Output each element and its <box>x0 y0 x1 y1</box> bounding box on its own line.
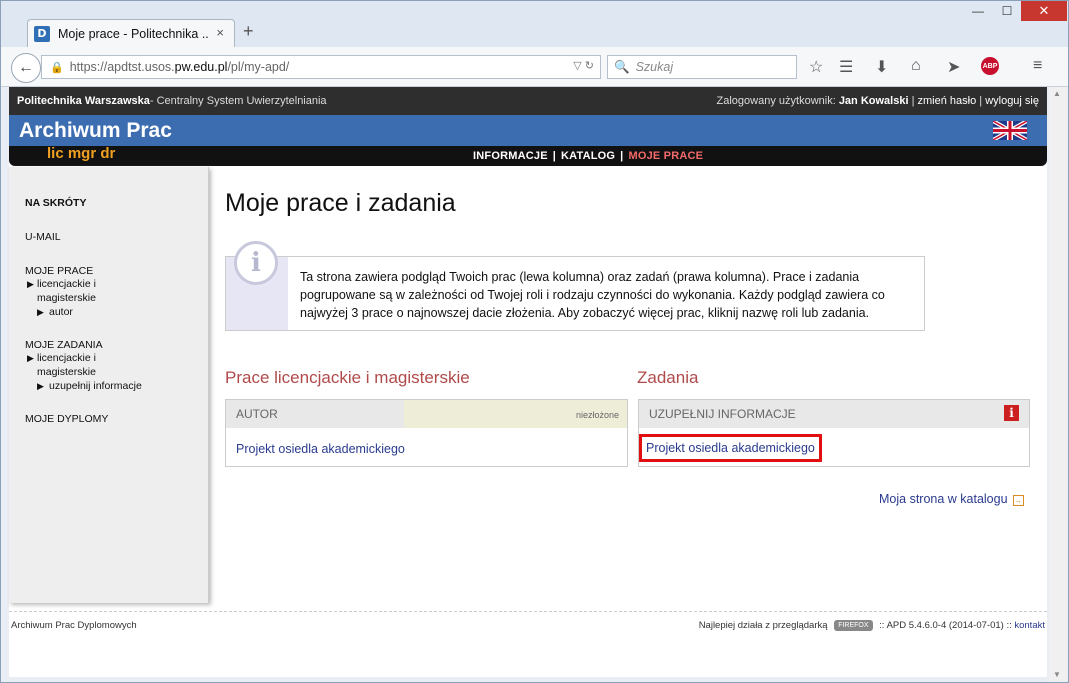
web-page: Politechnika Warszawska - Centralny Syst… <box>9 87 1047 677</box>
minimize-button[interactable]: — <box>963 1 993 21</box>
close-tab-icon[interactable]: × <box>216 25 224 40</box>
favicon-icon: D <box>34 25 50 42</box>
triangle-icon: ▶ <box>27 279 34 289</box>
lock-icon: 🔒 <box>50 61 64 74</box>
sidebar-my-diplomas[interactable]: MOJE DYPLOMY <box>25 413 208 425</box>
footer-app-name: Archiwum Prac Dyplomowych <box>11 620 137 631</box>
top-strip: Politechnika Warszawska - Centralny Syst… <box>9 87 1047 115</box>
task-uzupelnij-link[interactable]: UZUPEŁNIJ INFORMACJE <box>639 400 796 428</box>
task-work-link[interactable]: Projekt osiedla akademickiego <box>646 441 815 455</box>
triangle-icon: ▶ <box>27 353 34 363</box>
left-column-title: Prace licencjackie i magisterskie <box>225 368 470 387</box>
app-title: Archiwum Prac <box>19 119 172 142</box>
url-bar[interactable]: 🔒 https://apdtst.usos. pw.edu.pl/pl/my-ap… <box>41 55 601 79</box>
new-tab-button[interactable]: + <box>243 21 254 42</box>
triangle-icon: ▶ <box>37 381 44 391</box>
footer: Archiwum Prac Dyplomowych Najlepiej dzia… <box>9 611 1047 631</box>
org-name: Politechnika Warszawska <box>17 95 150 107</box>
sidebar-group-tasks: MOJE ZADANIA ▶ licencjackie i magisterski… <box>25 339 208 393</box>
url-host: pw.edu.pl <box>174 60 228 74</box>
english-flag-icon[interactable] <box>993 121 1027 140</box>
tab-title: Moje prace - Politechnika ... <box>58 26 208 41</box>
info-icon-panel: i <box>226 241 288 330</box>
scroll-down-icon[interactable]: ▼ <box>1053 670 1061 679</box>
browser-window: D Moje prace - Politechnika ... × + — ☐ … <box>0 0 1069 683</box>
sidebar-item-licencjackie[interactable]: ▶ licencjackie i <box>25 277 208 291</box>
works-box: AUTOR niezłożone Projekt osiedla akademi… <box>225 399 628 467</box>
work-link[interactable]: Projekt osiedla akademickiego <box>236 442 405 456</box>
sidebar-item-autor[interactable]: ▶ autor <box>25 305 208 319</box>
main-content: Moje prace i zadania i Ta strona zawiera… <box>225 167 1030 506</box>
menu-item-informacje[interactable]: INFORMACJE <box>473 150 548 162</box>
back-arrow-icon: ← <box>18 59 34 76</box>
app-subtitle: lic mgr dr <box>47 145 116 162</box>
page-title: Moje prace i zadania <box>225 189 456 217</box>
change-password-link[interactable]: zmień hasło <box>918 95 977 107</box>
right-column-title: Zadania <box>637 368 699 387</box>
info-badge-icon[interactable]: i <box>1004 405 1019 421</box>
search-placeholder: Szukaj <box>635 60 674 74</box>
triangle-icon: ▶ <box>37 307 44 317</box>
sidebar-my-tasks[interactable]: MOJE ZADANIA <box>25 339 208 351</box>
sidebar-item-uzupelnij[interactable]: ▶ uzupełnij informacje <box>25 379 208 393</box>
reload-icon[interactable]: ▽ ↻ <box>573 59 594 72</box>
info-text: Ta strona zawiera podgląd Twoich prac (l… <box>300 270 885 320</box>
sidebar-item-magisterskie[interactable]: magisterskie <box>25 291 208 305</box>
external-arrow-icon: → <box>1012 495 1024 506</box>
home-icon[interactable]: ⌂ <box>911 57 921 75</box>
download-icon[interactable]: ⬇ <box>875 57 888 77</box>
reading-list-icon[interactable]: ☰ <box>839 57 853 77</box>
sidebar-umail[interactable]: U-MAIL <box>25 231 208 243</box>
sidebar-group-diplomas: MOJE DYPLOMY <box>25 413 208 425</box>
send-icon[interactable]: ➤ <box>947 57 960 77</box>
scrollbar[interactable]: ▲ ▼ <box>1049 87 1067 681</box>
close-window-button[interactable]: ✕ <box>1021 1 1067 21</box>
status-badge: niezłożone <box>404 400 627 428</box>
works-box-header: AUTOR niezłożone <box>226 400 627 428</box>
sidebar-item-magisterskie[interactable]: magisterskie <box>25 365 208 379</box>
scroll-up-icon[interactable]: ▲ <box>1053 89 1061 98</box>
sidebar-group-works: MOJE PRACE ▶ licencjackie i magisterskie … <box>25 265 208 319</box>
tasks-box-header: UZUPEŁNIJ INFORMACJE i <box>639 400 1029 428</box>
info-box: i Ta strona zawiera podgląd Twoich prac … <box>225 241 925 331</box>
back-button[interactable]: ← <box>11 53 41 83</box>
url-prefix: https://apdtst.usos. <box>69 60 175 74</box>
search-icon: 🔍 <box>614 59 630 74</box>
work-row: Projekt osiedla akademickiego <box>226 428 627 470</box>
sidebar-item-licencjackie[interactable]: ▶ licencjackie i <box>25 351 208 365</box>
app-banner: Archiwum Prac <box>9 115 1047 146</box>
browser-tab[interactable]: D Moje prace - Politechnika ... × <box>27 19 235 47</box>
footer-info: Najlepiej działa z przeglądarką FIREFOX … <box>698 620 1045 632</box>
logout-link[interactable]: wyloguj się <box>985 95 1039 107</box>
sidebar: NA SKRÓTY U-MAIL MOJE PRACE ▶ licencjacki… <box>9 167 209 603</box>
navigation-bar: ← 🔒 https://apdtst.usos. pw.edu.pl/pl/my-… <box>1 47 1068 87</box>
logged-label: Zalogowany użytkownik: <box>716 95 839 107</box>
menu-icon[interactable]: ≡ <box>1033 57 1042 75</box>
url-path: /pl/my-apd/ <box>227 60 290 74</box>
menu-bar: lic mgr dr INFORMACJE | KATALOG | MOJE PRACE <box>9 145 1047 166</box>
user-area: Zalogowany użytkownik: Jan Kowalski | zm… <box>716 95 1039 107</box>
title-bar: D Moje prace - Politechnika ... × + — ☐ … <box>1 1 1068 47</box>
role-autor-link[interactable]: AUTOR <box>226 400 404 428</box>
info-icon: i <box>234 241 278 285</box>
contact-link[interactable]: kontakt <box>1014 620 1045 631</box>
search-input[interactable]: 🔍 Szukaj <box>607 55 797 79</box>
maximize-button[interactable]: ☐ <box>993 1 1021 21</box>
menu-item-katalog[interactable]: KATALOG <box>561 150 615 162</box>
adblock-icon[interactable]: ABP <box>981 57 999 75</box>
sidebar-shortcuts[interactable]: NA SKRÓTY <box>25 197 208 209</box>
firefox-badge-icon[interactable]: FIREFOX <box>834 620 873 631</box>
menu-item-moje-prace[interactable]: MOJE PRACE <box>628 150 703 162</box>
catalog-link[interactable]: Moja strona w katalogu → <box>879 492 1024 506</box>
highlighted-task: Projekt osiedla akademickiego <box>639 434 822 462</box>
system-name: - Centralny System Uwierzytelniania <box>149 95 327 107</box>
user-name: Jan Kowalski <box>838 95 909 107</box>
main-menu: INFORMACJE | KATALOG | MOJE PRACE <box>473 150 704 162</box>
sidebar-my-works[interactable]: MOJE PRACE <box>25 265 208 277</box>
bookmark-star-icon[interactable]: ☆ <box>809 57 823 77</box>
tasks-box: UZUPEŁNIJ INFORMACJE i Projekt osiedla a… <box>638 399 1030 467</box>
